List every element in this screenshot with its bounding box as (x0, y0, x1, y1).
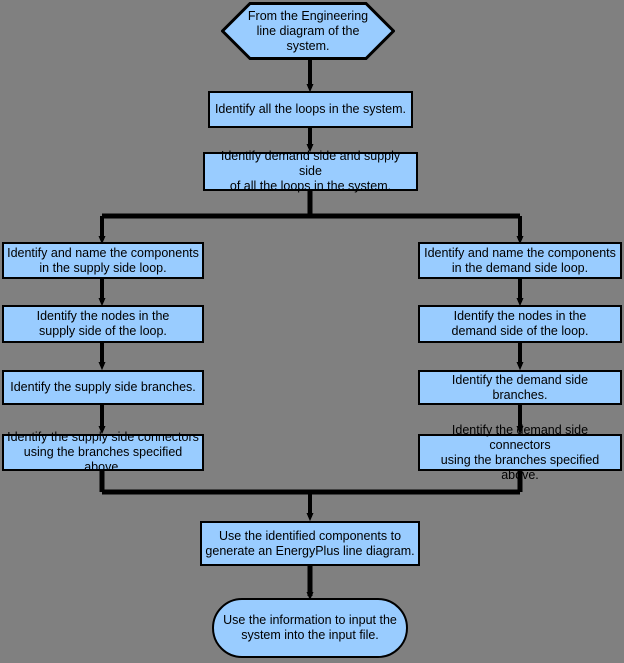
node-demand-nodes[interactable]: Identify the nodes in the demand side of… (418, 305, 622, 343)
node-input-file[interactable]: Use the information to input the system … (212, 598, 408, 658)
node-demand-branches[interactable]: Identify the demand side branches. (418, 370, 622, 405)
node-demand-connectors[interactable]: Identify the demand side connectors usin… (418, 423, 622, 482)
node-identify-loops-label: Identify all the loops in the system. (214, 102, 407, 116)
node-identify-loops[interactable]: Identify all the loops in the system. (208, 91, 413, 128)
node-demand-components[interactable]: Identify and name the components in the … (418, 242, 622, 279)
node-demand-components-label: Identify and name the components in the … (424, 245, 616, 275)
node-input-file-label: Use the information to input the system … (223, 613, 397, 642)
node-supply-connectors[interactable]: Identify the supply side connectors usin… (2, 430, 204, 474)
node-identify-sides[interactable]: Identify demand side and supply side of … (203, 149, 418, 193)
node-demand-branches-label: Identify the demand side branches. (451, 372, 589, 402)
node-supply-components[interactable]: Identify and name the components in the … (2, 242, 204, 279)
node-start-label: From the Engineering line diagram of the… (247, 8, 369, 53)
node-demand-nodes-label: Identify the nodes in the demand side of… (451, 309, 589, 338)
node-identify-sides-label: Identify demand side and supply side of … (220, 149, 401, 193)
node-supply-components-label: Identify and name the components in the … (7, 245, 199, 275)
flowchart-canvas: From the Engineering line diagram of the… (0, 0, 624, 663)
node-supply-nodes-label: Identify the nodes in the supply side of… (36, 309, 170, 338)
node-supply-branches[interactable]: Identify the supply side branches. (2, 370, 204, 405)
node-start[interactable]: From the Engineering line diagram of the… (221, 2, 395, 60)
node-generate-diagram[interactable]: Use the identified components to generat… (200, 521, 420, 566)
node-supply-branches-label: Identify the supply side branches. (10, 380, 196, 394)
node-supply-connectors-label: Identify the supply side connectors usin… (7, 430, 199, 474)
node-supply-nodes[interactable]: Identify the nodes in the supply side of… (2, 305, 204, 343)
node-generate-diagram-label: Use the identified components to generat… (205, 528, 415, 558)
node-demand-connectors-label: Identify the demand side connectors usin… (440, 422, 600, 482)
